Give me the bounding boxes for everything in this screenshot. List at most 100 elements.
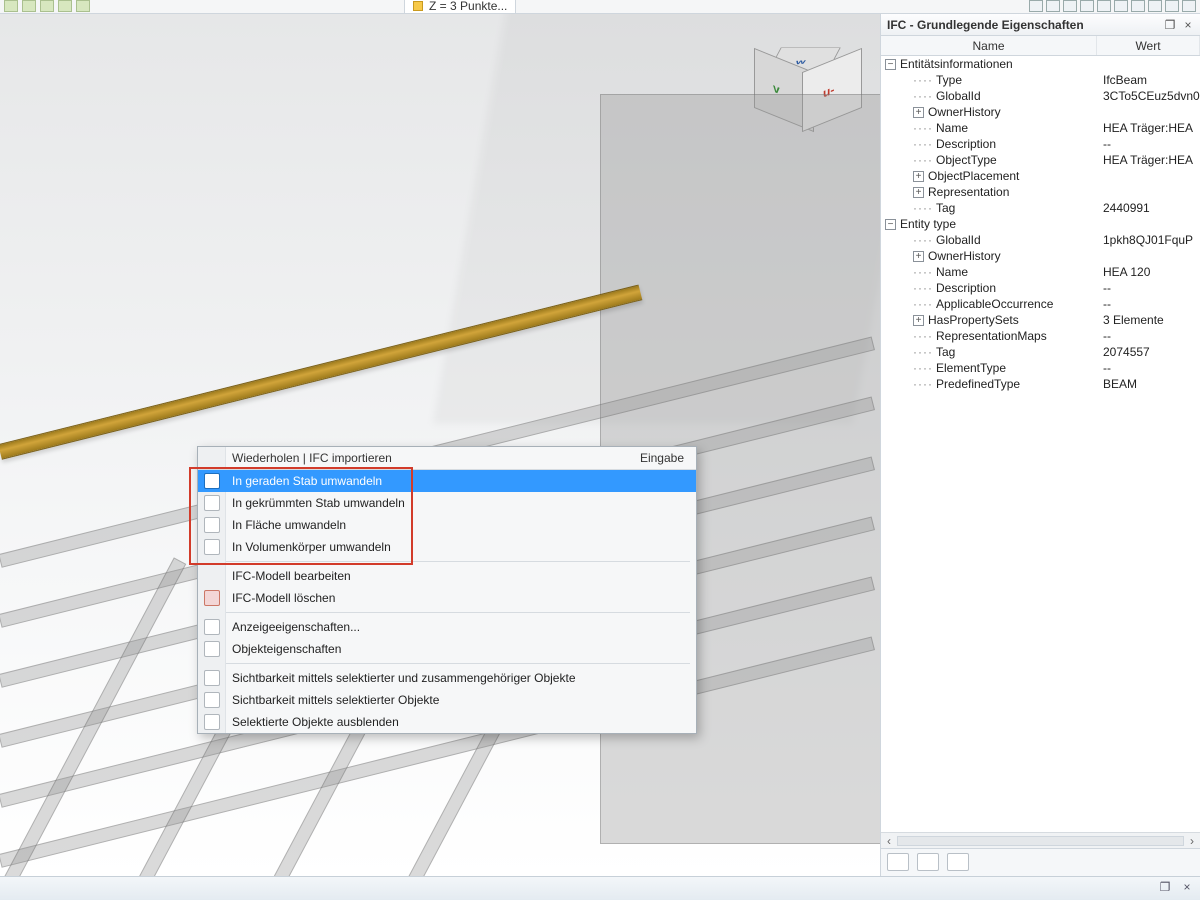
prop-value: -- bbox=[1097, 329, 1200, 343]
tree-row[interactable]: +Representation bbox=[881, 184, 1200, 200]
panel-title: IFC - Grundlegende Eigenschaften bbox=[887, 18, 1084, 32]
panel-tab[interactable] bbox=[947, 853, 969, 871]
property-tree[interactable]: −Entitätsinformationen····TypeIfcBeam···… bbox=[881, 56, 1200, 832]
tree-row[interactable]: ····RepresentationMaps-- bbox=[881, 328, 1200, 344]
tree-row[interactable]: +HasPropertySets3 Elemente bbox=[881, 312, 1200, 328]
toolbar-icon[interactable] bbox=[1182, 0, 1196, 12]
prop-value: HEA Träger:HEA bbox=[1097, 121, 1200, 135]
expand-icon[interactable]: + bbox=[913, 187, 924, 198]
prop-key: OwnerHistory bbox=[928, 249, 1001, 263]
tree-row[interactable]: ····Tag2074557 bbox=[881, 344, 1200, 360]
tree-row[interactable]: ····NameHEA 120 bbox=[881, 264, 1200, 280]
viewport-3d[interactable]: w v u- bbox=[0, 14, 880, 876]
scroll-right-icon[interactable]: › bbox=[1184, 834, 1200, 848]
close-icon[interactable]: × bbox=[1182, 19, 1194, 31]
tree-leaf-icon: ···· bbox=[913, 73, 933, 87]
tree-leaf-icon: ···· bbox=[913, 121, 933, 135]
tree-row[interactable]: ····ElementType-- bbox=[881, 360, 1200, 376]
tree-leaf-icon: ···· bbox=[913, 137, 933, 151]
ctx-ifc-delete[interactable]: IFC-Modell löschen bbox=[198, 587, 696, 609]
tree-row[interactable]: ····ApplicableOccurrence-- bbox=[881, 296, 1200, 312]
ifc-properties-panel: IFC - Grundlegende Eigenschaften ❐ × Nam… bbox=[880, 14, 1200, 876]
ctx-vis-selected[interactable]: Sichtbarkeit mittels selektierter Objekt… bbox=[198, 689, 696, 711]
context-menu-header[interactable]: Wiederholen | IFC importieren Eingabe bbox=[198, 447, 696, 470]
ctx-convert-solid[interactable]: In Volumenkörper umwandeln bbox=[198, 536, 696, 558]
toolbar-icon[interactable] bbox=[4, 0, 18, 12]
toolbar-icon[interactable] bbox=[1063, 0, 1077, 12]
toolbar-icon[interactable] bbox=[1131, 0, 1145, 12]
prop-value: 3CTo5CEuz5dvn0 bbox=[1097, 89, 1200, 103]
toolbar-icon[interactable] bbox=[58, 0, 72, 12]
expand-icon[interactable]: + bbox=[913, 315, 924, 326]
scroll-track[interactable] bbox=[897, 836, 1184, 846]
scroll-left-icon[interactable]: ‹ bbox=[881, 834, 897, 848]
ctx-obj-props[interactable]: Objekteigenschaften bbox=[198, 638, 696, 660]
ctx-hide-selected[interactable]: Selektierte Objekte ausblenden bbox=[198, 711, 696, 733]
ctx-view-props[interactable]: Anzeigeeigenschaften... bbox=[198, 616, 696, 638]
collapse-icon[interactable]: − bbox=[885, 59, 896, 70]
tree-row[interactable]: ····NameHEA Träger:HEA bbox=[881, 120, 1200, 136]
h-scrollbar[interactable]: ‹ › bbox=[881, 832, 1200, 848]
toolbar-icon[interactable] bbox=[22, 0, 36, 12]
context-menu-group-ifc: IFC-Modell bearbeiten IFC-Modell löschen bbox=[198, 565, 696, 609]
tree-leaf-icon: ···· bbox=[913, 361, 933, 375]
toolbar-icon[interactable] bbox=[1114, 0, 1128, 12]
prop-value: BEAM bbox=[1097, 377, 1200, 391]
panel-tabstrip bbox=[881, 848, 1200, 876]
close-icon[interactable]: × bbox=[1180, 880, 1194, 894]
tree-row[interactable]: ····GlobalId1pkh8QJ01FquP bbox=[881, 232, 1200, 248]
tree-row[interactable]: ····ObjectTypeHEA Träger:HEA bbox=[881, 152, 1200, 168]
prop-key: OwnerHistory bbox=[928, 105, 1001, 119]
curved-member-icon bbox=[204, 495, 220, 511]
panel-tab[interactable] bbox=[887, 853, 909, 871]
toolbar-icon[interactable] bbox=[1148, 0, 1162, 12]
tree-row[interactable]: ····PredefinedTypeBEAM bbox=[881, 376, 1200, 392]
expand-icon[interactable]: + bbox=[913, 251, 924, 262]
tree-row[interactable]: + OwnerHistory bbox=[881, 104, 1200, 120]
expand-icon[interactable]: + bbox=[913, 171, 924, 182]
prop-value: 2440991 bbox=[1097, 201, 1200, 215]
ctx-convert-curved[interactable]: In gekrümmten Stab umwandeln bbox=[198, 492, 696, 514]
toolbar-icon[interactable] bbox=[1165, 0, 1179, 12]
prop-key: GlobalId bbox=[936, 89, 981, 103]
prop-value: 1pkh8QJ01FquP bbox=[1097, 233, 1200, 247]
toolbar-icon[interactable] bbox=[1046, 0, 1060, 12]
toolbar-tab[interactable]: Z = 3 Punkte... bbox=[404, 0, 516, 14]
tree-row[interactable]: ····Tag2440991 bbox=[881, 200, 1200, 216]
tree-row[interactable]: ····Description-- bbox=[881, 280, 1200, 296]
panel-tab[interactable] bbox=[917, 853, 939, 871]
toolbar-icon[interactable] bbox=[76, 0, 90, 12]
tree-row[interactable]: ····Description-- bbox=[881, 136, 1200, 152]
ctx-ifc-edit[interactable]: IFC-Modell bearbeiten bbox=[198, 565, 696, 587]
context-menu-group-convert: In geraden Stab umwandeln In gekrümmten … bbox=[198, 470, 696, 558]
prop-key: ApplicableOccurrence bbox=[936, 297, 1053, 311]
dock-icon[interactable]: ❐ bbox=[1158, 880, 1172, 894]
toolbar-icon[interactable] bbox=[1080, 0, 1094, 12]
toolbar-icon[interactable] bbox=[1097, 0, 1111, 12]
collapse-icon[interactable]: − bbox=[885, 219, 896, 230]
ctx-convert-surface[interactable]: In Fläche umwandeln bbox=[198, 514, 696, 536]
dock-icon[interactable]: ❐ bbox=[1164, 19, 1176, 31]
tree-row[interactable]: ····TypeIfcBeam bbox=[881, 72, 1200, 88]
col-value[interactable]: Wert bbox=[1097, 36, 1200, 55]
prop-value: -- bbox=[1097, 137, 1200, 151]
ctx-convert-straight[interactable]: In geraden Stab umwandeln bbox=[198, 470, 696, 492]
tree-row[interactable]: + OwnerHistory bbox=[881, 248, 1200, 264]
object-props-icon bbox=[204, 641, 220, 657]
tree-row[interactable]: ····GlobalId3CTo5CEuz5dvn0 bbox=[881, 88, 1200, 104]
ctx-vis-related[interactable]: Sichtbarkeit mittels selektierter und zu… bbox=[198, 667, 696, 689]
display-props-icon bbox=[204, 619, 220, 635]
toolbar-icon[interactable] bbox=[40, 0, 54, 12]
hide-icon bbox=[204, 714, 220, 730]
tree-row[interactable]: +ObjectPlacement bbox=[881, 168, 1200, 184]
col-name[interactable]: Name bbox=[881, 36, 1097, 55]
tree-leaf-icon: ···· bbox=[913, 329, 933, 343]
tree-group[interactable]: −Entitätsinformationen bbox=[881, 56, 1200, 72]
expand-icon[interactable]: + bbox=[913, 107, 924, 118]
toolbar-icon[interactable] bbox=[1029, 0, 1043, 12]
tree-group[interactable]: −Entity type bbox=[881, 216, 1200, 232]
separator bbox=[226, 663, 690, 664]
toolbar: Z = 3 Punkte... bbox=[0, 0, 1200, 14]
prop-value: -- bbox=[1097, 361, 1200, 375]
tree-group-label: Entity type bbox=[900, 217, 956, 231]
